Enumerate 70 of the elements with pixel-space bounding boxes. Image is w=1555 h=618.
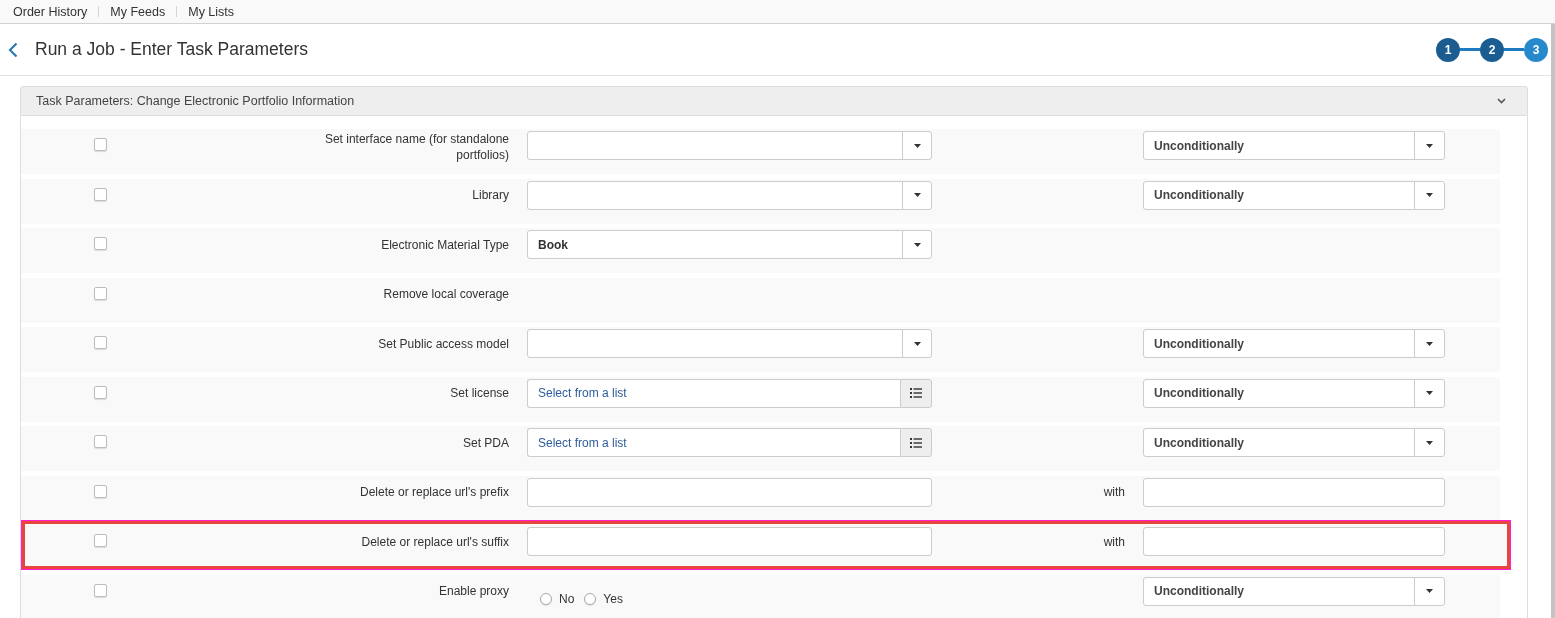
- checkbox[interactable]: [94, 336, 107, 349]
- caret-down-icon: [1426, 589, 1433, 593]
- caret-down-icon: [913, 193, 921, 197]
- parameter-label: Set Public access model: [378, 335, 509, 352]
- dropdown[interactable]: Unconditionally: [1143, 180, 1445, 210]
- checkbox[interactable]: [94, 484, 107, 498]
- parameter-label: Electronic Material Type: [381, 236, 509, 253]
- back-chevron-icon[interactable]: [8, 41, 18, 58]
- caret-down-icon: [913, 242, 921, 247]
- dropdown[interactable]: Unconditionally: [1143, 329, 1445, 358]
- step-connector: [1504, 48, 1524, 51]
- checkbox[interactable]: [94, 237, 107, 250]
- dropdown[interactable]: Book: [527, 230, 932, 259]
- nav-link[interactable]: My Feeds: [110, 4, 166, 19]
- parameter-label: Set license: [450, 385, 509, 401]
- parameter-label: Delete or replace url's suffix: [361, 533, 509, 550]
- parameter-label: Set interface name (for standalone portfolios): [323, 131, 509, 163]
- dropdown[interactable]: Unconditionally: [1143, 428, 1445, 457]
- list-icon: [910, 388, 922, 398]
- radio-button[interactable]: [584, 592, 597, 605]
- dropdown[interactable]: Unconditionally: [1143, 131, 1445, 160]
- checkbox[interactable]: [94, 138, 107, 151]
- text-input[interactable]: [527, 477, 932, 507]
- caret-down-icon: [1426, 440, 1433, 445]
- step-indicator[interactable]: 2: [1480, 37, 1504, 62]
- chevron-down-icon[interactable]: [1497, 98, 1506, 104]
- parameter-label: Delete or replace url's prefix: [359, 484, 509, 500]
- field-label: with: [1103, 534, 1125, 549]
- caret-down-icon: [913, 143, 921, 148]
- list-button[interactable]: [900, 378, 932, 408]
- parameter-label: Set PDA: [462, 434, 509, 451]
- checkbox[interactable]: [94, 385, 107, 399]
- dropdown[interactable]: [527, 329, 932, 358]
- parameter-label: Remove local coverage: [383, 286, 509, 302]
- parameter-label: Library: [472, 187, 509, 203]
- radio-button[interactable]: [540, 592, 552, 605]
- scrollbar[interactable]: [1551, 24, 1555, 618]
- text-input[interactable]: [527, 527, 932, 556]
- text-input[interactable]: [1143, 477, 1445, 507]
- dropdown[interactable]: [527, 131, 932, 160]
- caret-down-icon: [1426, 193, 1433, 197]
- panel-title: Task Parameters: Change Electronic Portfolio Information: [36, 94, 355, 108]
- list-picker-field[interactable]: Select from a list: [527, 428, 900, 457]
- step-indicator[interactable]: 1: [1436, 37, 1460, 62]
- parameter-label: Enable proxy: [438, 583, 509, 599]
- nav-link[interactable]: Order History: [13, 4, 88, 19]
- dropdown[interactable]: Unconditionally: [1143, 576, 1445, 606]
- list-icon: [910, 437, 922, 448]
- nav-link[interactable]: My Lists: [188, 4, 235, 19]
- caret-down-icon: [1426, 143, 1433, 148]
- step-connector: [1460, 48, 1480, 51]
- dropdown[interactable]: [527, 180, 932, 210]
- caret-down-icon: [1426, 341, 1433, 346]
- field-label: with: [1103, 485, 1125, 499]
- list-picker-field[interactable]: Select from a list: [527, 378, 900, 408]
- text-input[interactable]: [1143, 527, 1445, 556]
- caret-down-icon: [913, 341, 921, 346]
- step-indicator[interactable]: 3: [1524, 37, 1548, 62]
- panel-header[interactable]: Task Parameters: Change Electronic Portfolio Information: [20, 86, 1528, 116]
- radio-label: No: [559, 591, 575, 606]
- checkbox[interactable]: [94, 435, 107, 448]
- list-button[interactable]: [900, 428, 932, 457]
- checkbox[interactable]: [94, 534, 107, 547]
- checkbox[interactable]: [94, 187, 107, 201]
- page-title: Run a Job - Enter Task Parameters: [35, 39, 308, 60]
- checkbox[interactable]: [94, 583, 107, 597]
- radio-label: Yes: [603, 591, 623, 606]
- checkbox[interactable]: [94, 286, 107, 300]
- caret-down-icon: [1426, 391, 1433, 395]
- dropdown[interactable]: Unconditionally: [1143, 378, 1445, 408]
